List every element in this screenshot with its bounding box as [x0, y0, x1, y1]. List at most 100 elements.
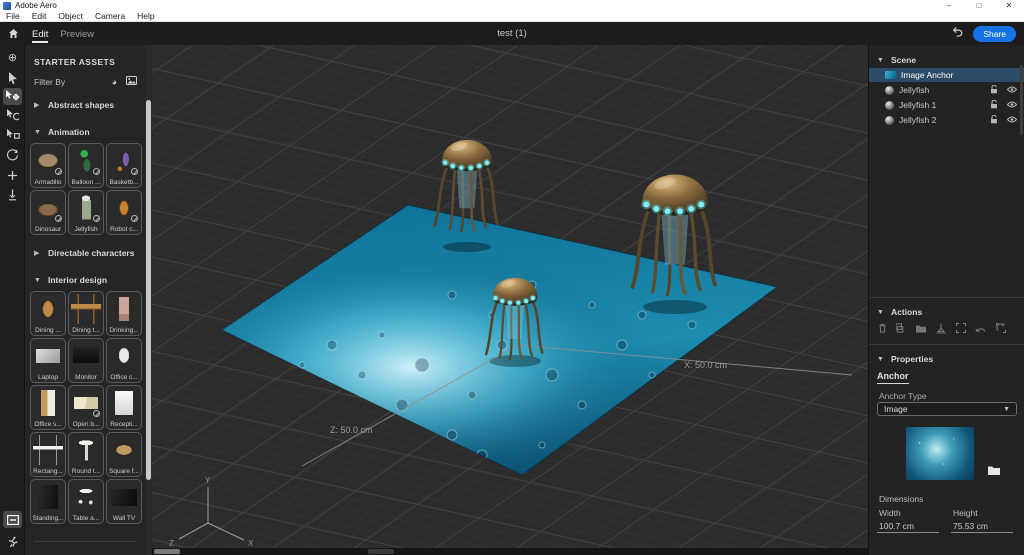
share-button[interactable]: Share [973, 26, 1016, 42]
chevron-down-icon: ▼ [877, 356, 884, 363]
chevron-down-icon: ▼ [34, 277, 41, 284]
section-animation[interactable]: ▼ Animation [26, 114, 145, 141]
flip-icon[interactable] [975, 321, 987, 339]
visibility-eye-icon[interactable] [1007, 115, 1017, 125]
animated-badge-icon [55, 168, 62, 175]
browse-folder-icon[interactable] [987, 463, 1001, 481]
drop-pivot-icon[interactable] [935, 321, 947, 339]
filter-image-icon[interactable] [126, 76, 137, 87]
section-interior-design[interactable]: ▼ Interior design [26, 262, 145, 289]
delete-icon[interactable] [877, 321, 888, 339]
menu-camera[interactable]: Camera [89, 11, 131, 21]
group-folder-icon[interactable] [915, 321, 927, 339]
asset-card-robot[interactable]: Robot c... [106, 190, 142, 235]
drop-to-ground-icon[interactable] [3, 186, 22, 203]
asset-card-armadillo[interactable]: Armadillo [30, 143, 66, 188]
maximize-icon[interactable]: □ [964, 0, 994, 11]
object-3d-icon [885, 116, 894, 125]
scene-item-jellyfish[interactable]: Jellyfish [869, 83, 1024, 97]
viewport-3d[interactable]: Z: 50.0 cm X: 50.0 cm Y X Z [152, 45, 868, 555]
divider [869, 297, 1024, 298]
scale-tool-icon[interactable] [3, 127, 22, 144]
minimize-icon[interactable]: – [934, 0, 964, 11]
scene-item-image-anchor[interactable]: Image Anchor [869, 68, 1024, 82]
scene-scrollbar[interactable] [1020, 65, 1023, 135]
lock-icon[interactable] [990, 85, 998, 96]
asset-card-dining-table[interactable]: Dining t... [68, 291, 104, 336]
animated-badge-icon [93, 410, 100, 417]
duplicate-icon[interactable] [896, 321, 907, 339]
measurement-x-label: X: 50.0 cm [684, 360, 727, 370]
starter-assets-panel-icon[interactable] [3, 511, 22, 528]
replace-icon[interactable] [995, 321, 1007, 339]
filter-by-label: Filter By [34, 77, 65, 87]
asset-card-reception[interactable]: Recepti... [106, 385, 142, 430]
viewport-hscrollbar[interactable] [152, 548, 868, 555]
jellyfish-shadow [643, 300, 707, 314]
asset-card-laptop[interactable]: Laptop [30, 338, 66, 383]
asset-card-table-stools[interactable]: Table a... [68, 479, 104, 524]
object-3d-icon [885, 86, 894, 95]
lock-icon[interactable] [990, 100, 998, 111]
orbit-tool-icon[interactable] [3, 147, 22, 164]
asset-thumbnail [109, 482, 139, 512]
asset-card-basketball[interactable]: Basketb... [106, 143, 142, 188]
properties-section-header[interactable]: ▼ Properties [877, 354, 933, 364]
asset-card-office-chair[interactable]: Office c... [106, 338, 142, 383]
scene-section-header[interactable]: ▼ Scene [877, 55, 916, 65]
section-directable-characters[interactable]: ▶ Directable characters [26, 235, 145, 262]
menu-object[interactable]: Object [52, 11, 89, 21]
chevron-down-icon: ▼ [1003, 406, 1010, 413]
animated-badge-icon [131, 215, 138, 222]
width-input[interactable]: 100.7 cm [877, 520, 939, 533]
chevron-down-icon: ▼ [34, 129, 41, 136]
asset-card-standing[interactable]: Standing... [30, 479, 66, 524]
filter-3d-icon[interactable]: ◕ [112, 77, 117, 87]
add-anchor-icon[interactable] [3, 167, 22, 184]
jellyfish-shadow [443, 242, 491, 252]
asset-card-dinosaur[interactable]: Dinosaur [30, 190, 66, 235]
measurement-z-label: Z: 50.0 cm [330, 425, 373, 435]
section-abstract-shapes[interactable]: ▶ Abstract shapes [26, 87, 145, 114]
move-tool-icon[interactable] [3, 88, 22, 105]
height-input[interactable]: 75.53 cm [951, 520, 1013, 533]
select-tool-icon[interactable] [3, 69, 22, 86]
menu-edit[interactable]: Edit [26, 11, 53, 21]
anchor-type-select[interactable]: Image ▼ [877, 402, 1017, 416]
undo-icon[interactable] [950, 25, 963, 43]
asset-card-balloon[interactable]: Balloon ... [68, 143, 104, 188]
anchor-image-preview[interactable] [906, 427, 974, 480]
assets-scrollbar[interactable] [145, 45, 152, 555]
tab-edit[interactable]: Edit [26, 25, 54, 43]
scene-item-jellyfish-1[interactable]: Jellyfish 1 [869, 98, 1024, 112]
tab-anchor[interactable]: Anchor [877, 371, 909, 384]
asset-card-drinking[interactable]: Drinking... [106, 291, 142, 336]
menu-file[interactable]: File [0, 11, 26, 21]
asset-card-rectangular-table[interactable]: Rectang... [30, 432, 66, 477]
assets-panel-title: STARTER ASSETS [26, 45, 145, 67]
add-asset-icon[interactable]: ⊕ [3, 49, 22, 66]
asset-card-open-book[interactable]: Open b... [68, 385, 104, 430]
asset-card-office-shelf[interactable]: Office s... [30, 385, 66, 430]
asset-card-monitor[interactable]: Monitor [68, 338, 104, 383]
lock-icon[interactable] [990, 115, 998, 126]
asset-card-round-table[interactable]: Round t... [68, 432, 104, 477]
frame-icon[interactable] [955, 321, 967, 339]
tab-preview[interactable]: Preview [54, 25, 100, 43]
adobe-aero-window: Adobe Aero – □ ✕ File Edit Object Camera… [0, 0, 1024, 555]
animated-badge-icon [93, 215, 100, 222]
home-icon[interactable] [0, 28, 26, 39]
asset-card-square-table[interactable]: Square f... [106, 432, 142, 477]
asset-card-jellyfish[interactable]: Jellyfish [68, 190, 104, 235]
menu-help[interactable]: Help [131, 11, 160, 21]
visibility-eye-icon[interactable] [1007, 100, 1017, 110]
actions-section-header[interactable]: ▼ Actions [877, 307, 922, 317]
close-icon[interactable]: ✕ [994, 0, 1024, 11]
asset-card-wall-tv[interactable]: Wall TV [106, 479, 142, 524]
scene-item-jellyfish-2[interactable]: Jellyfish 2 [869, 113, 1024, 127]
rotate-tool-icon[interactable] [3, 107, 22, 124]
visibility-eye-icon[interactable] [1007, 85, 1017, 95]
asset-thumbnail [33, 482, 63, 512]
behaviors-icon[interactable] [3, 533, 22, 550]
asset-card-dining-chair[interactable]: Dining ... [30, 291, 66, 336]
